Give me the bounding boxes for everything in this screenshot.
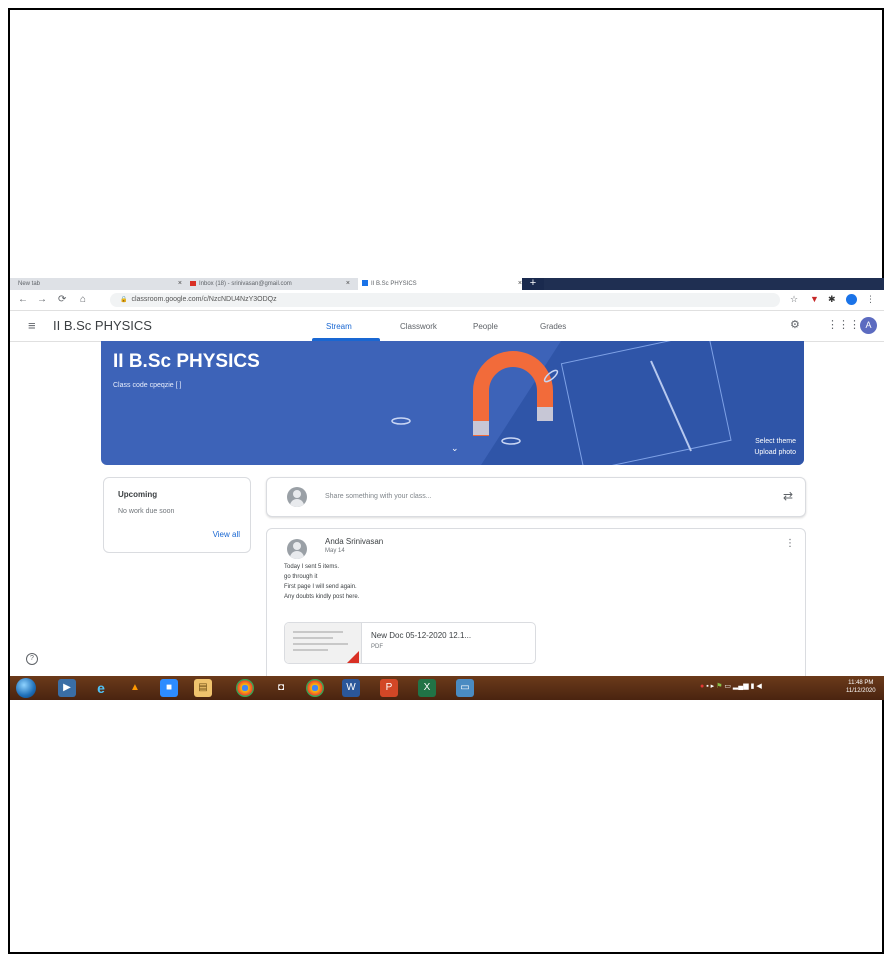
picture-viewer-icon[interactable]: ▭ [456, 679, 474, 697]
tab-strip-background [544, 278, 884, 290]
system-tray: ● ▪ ▸ ⚑ ▭ ▂▄▆ ▮ ◀ [700, 682, 762, 690]
tab-people[interactable]: People [473, 322, 498, 332]
flag-icon[interactable]: ⚑ [716, 683, 722, 690]
back-icon[interactable]: ← [18, 294, 28, 306]
media-player-icon[interactable]: ▶ [58, 679, 76, 697]
settings-gear-icon[interactable]: ⚙ [790, 319, 800, 332]
author-avatar [287, 539, 307, 559]
extension-vpn-icon[interactable]: ▼ [810, 294, 819, 305]
monitor-icon[interactable]: ▭ [724, 683, 731, 690]
address-bar-row: ← → ⟳ ⌂ 🔒 classroom.google.com/c/NzcNDU4N… [10, 290, 884, 311]
clock-date: 11/12/2020 [846, 688, 876, 694]
profile-icon[interactable] [846, 294, 857, 305]
repost-icon[interactable]: ⇄ [783, 489, 793, 503]
camera-icon[interactable]: ◘ [272, 679, 290, 697]
powerpoint-icon[interactable]: P [380, 679, 398, 697]
vlc-icon[interactable]: ▲ [126, 679, 144, 697]
paperclip-icon [391, 417, 411, 425]
avatar [287, 487, 307, 507]
upcoming-card: Upcoming No work due soon View all [103, 477, 251, 553]
post-body: Today I sent 5 items. go through it Firs… [284, 562, 359, 602]
home-icon[interactable]: ⌂ [80, 294, 86, 306]
browser-tab-new-tab[interactable]: New tab × [10, 278, 184, 290]
arrow-icon[interactable]: ▸ [711, 683, 715, 690]
close-icon[interactable]: × [346, 278, 350, 290]
zoom-icon[interactable]: ■ [160, 679, 178, 697]
menu-icon[interactable]: ≡ [28, 319, 36, 333]
screen: New tab × Inbox (18) - srinivasan@gmail.… [10, 278, 884, 700]
volume-icon[interactable]: ◀ [756, 683, 761, 690]
lock-icon: 🔒 [120, 297, 128, 303]
clock-time: 11:48 PM [848, 680, 874, 686]
word-icon[interactable]: W [342, 679, 360, 697]
attachment-thumbnail [285, 623, 362, 663]
tab-stream[interactable]: Stream [326, 322, 352, 332]
upcoming-title: Upcoming [118, 490, 158, 499]
post-line: Any doubts kindly post here. [284, 594, 360, 600]
reload-icon[interactable]: ⟳ [58, 294, 66, 306]
gmail-icon [190, 280, 196, 286]
classroom-icon [362, 280, 368, 287]
signal-icon[interactable]: ▂▄▆ [733, 683, 749, 690]
battery-icon[interactable]: ▮ [751, 683, 755, 690]
browser-tab-strip: New tab × Inbox (18) - srinivasan@gmail.… [10, 278, 884, 290]
network-icon[interactable]: ▪ [706, 683, 708, 690]
help-icon[interactable]: ? [26, 653, 38, 665]
attachment-name: New Doc 05-12-2020 12.1... [371, 631, 472, 640]
class-name[interactable]: II B.Sc PHYSICS [53, 319, 152, 333]
tab-label: New tab [18, 281, 41, 287]
apps-grid-icon[interactable]: ⋮⋮⋮ [827, 319, 860, 332]
upcoming-text: No work due soon [118, 508, 175, 515]
windows-taskbar: ▶ e ▲ ■ ▤ ◘ W P X ▭ ● ▪ ▸ ⚑ ▭ ▂▄▆ ▮ ◀ 11… [10, 676, 884, 700]
chevron-down-icon[interactable]: ⌄ [451, 443, 459, 454]
chrome-icon[interactable] [306, 679, 324, 697]
url-field[interactable]: 🔒 classroom.google.com/c/NzcNDU4NzY3ODQz [110, 293, 780, 307]
classroom-header: ≡ II B.Sc PHYSICS Stream Classwork Peopl… [10, 311, 884, 342]
pdf-icon [347, 651, 359, 663]
banner-illustration [391, 341, 804, 465]
tab-label: Inbox (18) - srinivasan@gmail.com [199, 281, 292, 287]
forward-icon[interactable]: → [37, 294, 47, 306]
attachment-card[interactable]: New Doc 05-12-2020 12.1... PDF [284, 622, 536, 664]
post-date: May 14 [325, 548, 345, 554]
file-explorer-icon[interactable]: ▤ [194, 679, 212, 697]
attachment-type: PDF [371, 644, 383, 650]
share-box[interactable]: Share something with your class... ⇄ [266, 477, 806, 517]
extension-puzzle-icon[interactable]: ✱ [828, 294, 836, 305]
tab-label: II B.Sc PHYSICS [371, 281, 417, 287]
magnet-tip [537, 407, 553, 421]
post-line: go through it [284, 574, 318, 580]
star-icon[interactable]: ☆ [790, 294, 798, 305]
close-icon[interactable]: × [178, 278, 182, 290]
post-author: Anda Srinivasan [325, 537, 384, 546]
select-theme-link[interactable]: Select theme [755, 437, 796, 446]
class-banner: II B.Sc PHYSICS Class code cpeqzie [ ] ⌄… [101, 341, 804, 465]
internet-explorer-icon[interactable]: e [92, 679, 110, 697]
banner-title: II B.Sc PHYSICS [113, 351, 260, 372]
tab-classwork[interactable]: Classwork [400, 322, 437, 332]
avatar[interactable]: A [860, 317, 877, 334]
post-line: Today I sent 5 items. [284, 564, 340, 570]
clock[interactable]: 11:48 PM 11/12/2020 [846, 679, 876, 695]
share-placeholder[interactable]: Share something with your class... [325, 493, 432, 500]
post-line: First page I will send again. [284, 584, 357, 590]
tab-grades[interactable]: Grades [540, 322, 566, 332]
upload-photo-link[interactable]: Upload photo [754, 448, 796, 457]
new-tab-button[interactable]: + [522, 278, 544, 290]
url-text: classroom.google.com/c/NzcNDU4NzY3ODQz [131, 296, 277, 303]
excel-icon[interactable]: X [418, 679, 436, 697]
start-button-icon[interactable] [16, 678, 36, 698]
menu-dots-icon[interactable]: ⋮ [866, 294, 875, 305]
announcement-post: Anda Srinivasan May 14 ⋮ Today I sent 5 … [266, 528, 806, 690]
magnet-tip [473, 421, 489, 435]
antivirus-icon[interactable]: ● [700, 683, 704, 690]
browser-tab-inbox[interactable]: Inbox (18) - srinivasan@gmail.com × [186, 278, 352, 290]
browser-tab-classroom[interactable]: II B.Sc PHYSICS × [358, 278, 524, 290]
view-all-link[interactable]: View all [213, 530, 240, 539]
class-code[interactable]: Class code cpeqzie [ ] [113, 381, 181, 390]
more-options-icon[interactable]: ⋮ [785, 539, 795, 549]
chrome-icon[interactable] [236, 679, 254, 697]
